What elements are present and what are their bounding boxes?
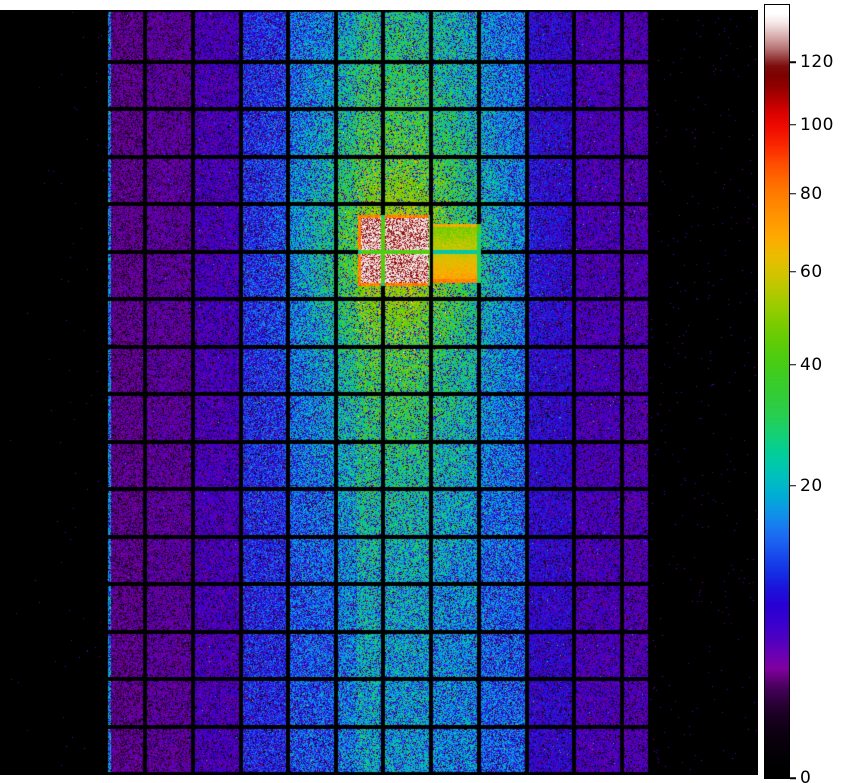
colorbar-gradient-canvas xyxy=(765,5,789,778)
colorbar-tick xyxy=(790,192,796,195)
colorbar-tick xyxy=(790,61,796,64)
colorbar-tick xyxy=(790,777,796,779)
colorbar-tick-label: 20 xyxy=(800,475,823,496)
colorbar-tick xyxy=(790,485,796,487)
colorbar-tick-label: 80 xyxy=(800,183,823,204)
detector-image-canvas xyxy=(0,10,758,775)
colorbar-tick-label: 60 xyxy=(800,261,823,282)
figure: 120 100 80 60 40 20 0 xyxy=(0,0,868,783)
colorbar-tick xyxy=(790,271,796,273)
colorbar-tick-label: 40 xyxy=(800,354,823,375)
colorbar-tick-label: 0 xyxy=(800,768,812,783)
colorbar-tick xyxy=(790,364,796,366)
colorbar-tick-label: 120 xyxy=(800,52,834,73)
colorbar xyxy=(764,4,790,779)
colorbar-tick xyxy=(790,123,796,126)
colorbar-tick-label: 100 xyxy=(800,114,834,135)
